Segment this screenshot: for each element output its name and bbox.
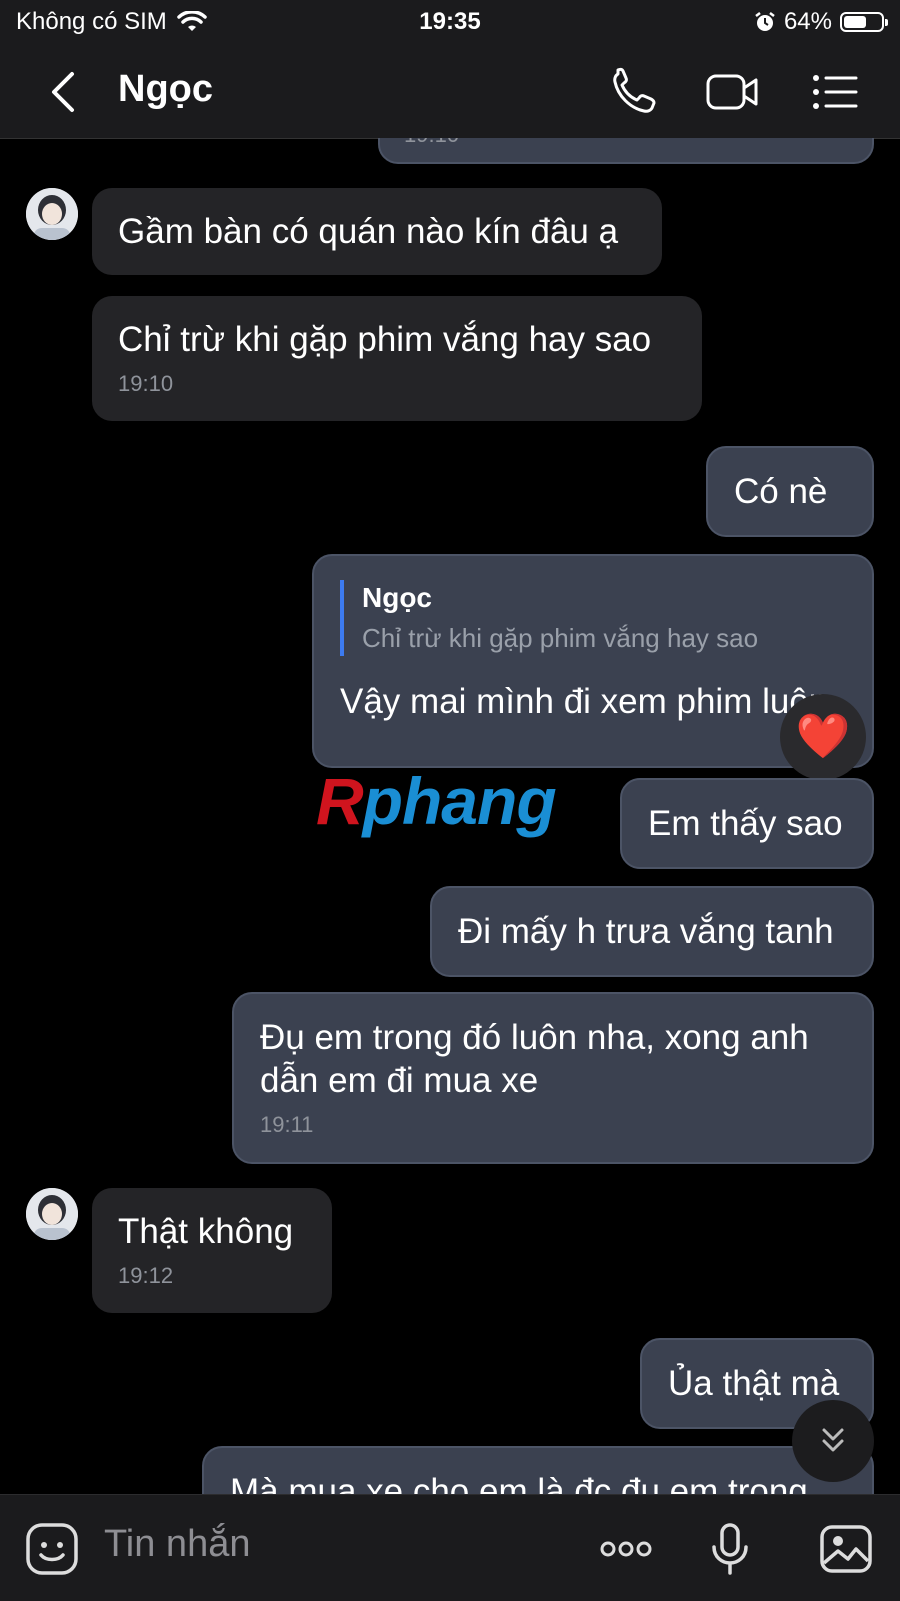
message-list[interactable]: 19:10 Gầm bàn có quán nào kín đâu ạ Chỉ …: [0, 138, 900, 1494]
contact-name[interactable]: Ngọc: [118, 68, 213, 111]
message-text: Chỉ trừ khi gặp phim vắng hay sao: [118, 320, 652, 359]
sticker-emoji-icon[interactable]: [24, 1521, 80, 1577]
message-outgoing-partial[interactable]: Mà mua xe cho em là đc đụ em trong: [202, 1446, 874, 1494]
message-outgoing[interactable]: Có nè: [706, 446, 874, 537]
status-right: 64%: [754, 8, 888, 36]
heart-reaction-icon: ❤️: [795, 712, 851, 761]
video-call-icon[interactable]: [704, 66, 760, 118]
microphone-icon[interactable]: [702, 1521, 758, 1577]
message-text: Mà mua xe cho em là đc đụ em trong: [230, 1472, 808, 1494]
watermark-part1: R: [316, 764, 364, 838]
quote-author: Ngọc: [362, 582, 432, 613]
watermark-logo: Rphang: [316, 764, 557, 838]
message-time: 19:12: [118, 1263, 174, 1288]
message-text: Thật không: [118, 1212, 294, 1251]
message-text: Em thấy sao: [648, 804, 843, 843]
message-input[interactable]: Tin nhắn: [104, 1523, 250, 1566]
reply-quote[interactable]: Ngọc Chỉ trừ khi gặp phim vắng hay sao: [340, 580, 846, 656]
message-outgoing-partial[interactable]: 19:10: [378, 138, 874, 164]
message-outgoing[interactable]: Em thấy sao: [620, 778, 874, 869]
battery-percent: 64%: [783, 8, 832, 35]
message-text: Có nè: [734, 472, 828, 511]
phone-call-icon[interactable]: [608, 66, 664, 118]
message-outgoing[interactable]: Đụ em trong đó luôn nha, xong anh dẫn em…: [232, 992, 874, 1164]
message-text: Ủa thật mà: [668, 1364, 840, 1403]
back-arrow-icon[interactable]: [44, 68, 84, 116]
scroll-to-bottom-button[interactable]: [792, 1400, 874, 1482]
alarm-icon: [755, 12, 775, 31]
message-outgoing[interactable]: Đi mấy h trưa vắng tanh: [430, 886, 874, 977]
chat-header: Ngọc: [0, 46, 900, 139]
contact-avatar[interactable]: [26, 188, 78, 240]
status-bar: Không có SIM 19:35 64%: [0, 0, 900, 46]
menu-list-icon[interactable]: [808, 66, 864, 118]
heart-reaction[interactable]: ❤️: [780, 694, 866, 780]
message-text: Đụ em trong đó luôn nha, xong anh dẫn em…: [260, 1018, 809, 1100]
watermark-part2: phang: [362, 764, 557, 838]
message-incoming[interactable]: Thật không 19:12: [92, 1188, 332, 1313]
battery-fill: [844, 16, 866, 28]
message-incoming[interactable]: Gầm bàn có quán nào kín đâu ạ: [92, 188, 662, 275]
message-text: Vậy mai mình đi xem phim luôn: [340, 682, 829, 721]
message-input-bar: Tin nhắn: [0, 1494, 900, 1601]
message-time: 19:10: [118, 371, 174, 396]
double-chevron-down-icon: [822, 1428, 844, 1452]
message-incoming[interactable]: Chỉ trừ khi gặp phim vắng hay sao 19:10: [92, 296, 702, 421]
quote-text: Chỉ trừ khi gặp phim vắng hay sao: [362, 623, 759, 653]
contact-avatar[interactable]: [26, 1188, 78, 1240]
image-gallery-icon[interactable]: [818, 1521, 874, 1577]
more-options-icon[interactable]: [598, 1521, 654, 1577]
message-text: Gầm bàn có quán nào kín đâu ạ: [118, 212, 619, 251]
avatar-image: [26, 1188, 78, 1240]
message-time: 19:11: [260, 1112, 314, 1137]
message-text: Đi mấy h trưa vắng tanh: [458, 912, 834, 951]
avatar-image: [26, 188, 78, 240]
battery-icon: [840, 12, 888, 32]
message-time: 19:10: [404, 138, 459, 150]
